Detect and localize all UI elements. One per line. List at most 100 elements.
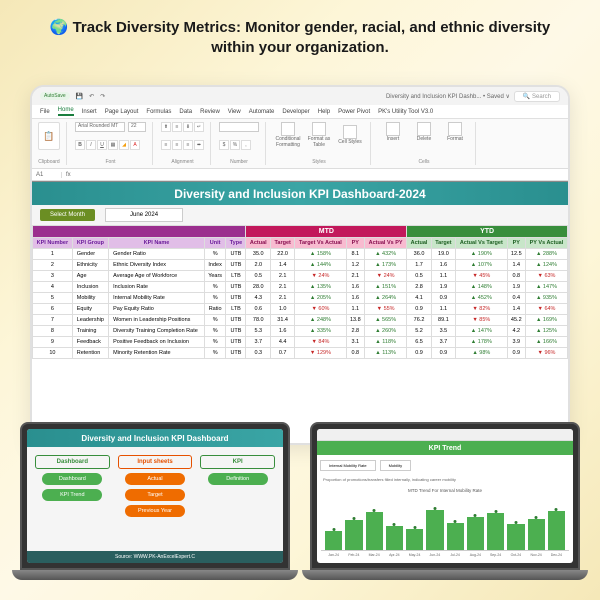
cell[interactable]: Age <box>72 271 108 282</box>
table-row[interactable]: 2EthnicityEthnic Diversity IndexIndexUTB… <box>33 260 568 271</box>
cell[interactable]: ▲ 432% <box>364 249 406 260</box>
kpi-trend-button[interactable]: KPI Trend <box>42 489 102 501</box>
cell[interactable]: UTB <box>226 260 246 271</box>
cell[interactable]: Positive Feedback on Inclusion <box>109 337 205 348</box>
table-row[interactable]: 5MobilityInternal Mobility Rate%UTB4.32.… <box>33 293 568 304</box>
font-color-button[interactable]: A <box>130 140 140 150</box>
tab-pagelayout[interactable]: Page Layout <box>105 109 139 115</box>
cell[interactable]: 1.1 <box>431 304 455 315</box>
dashboard-button[interactable]: Dashboard <box>42 473 102 485</box>
cell[interactable]: 3.1 <box>346 337 364 348</box>
cell[interactable]: 3.7 <box>246 337 271 348</box>
redo-icon[interactable]: ↷ <box>100 93 105 100</box>
cell[interactable]: % <box>204 282 226 293</box>
cell[interactable]: Mobility <box>72 293 108 304</box>
cell[interactable]: 3.5 <box>431 326 455 337</box>
cell-styles-button[interactable]: Cell Styles <box>336 125 364 146</box>
cell[interactable]: 22.0 <box>271 249 295 260</box>
cell[interactable]: 1.9 <box>431 282 455 293</box>
cell[interactable]: 35.0 <box>246 249 271 260</box>
cell[interactable]: Inclusion Rate <box>109 282 205 293</box>
previous-year-button[interactable]: Previous Year <box>125 505 185 517</box>
cell[interactable]: 2.8 <box>407 282 432 293</box>
align-center-button[interactable]: ≡ <box>172 140 182 150</box>
cell[interactable]: 1.6 <box>271 326 295 337</box>
cell[interactable]: 28.0 <box>246 282 271 293</box>
cell[interactable]: 0.5 <box>407 271 432 282</box>
font-size-select[interactable]: 22 <box>128 122 146 132</box>
italic-button[interactable]: I <box>86 140 96 150</box>
wrap-text-button[interactable]: ↵ <box>194 122 204 132</box>
cell[interactable]: ▲ 125% <box>525 326 567 337</box>
tab-view[interactable]: View <box>228 109 241 115</box>
cell[interactable]: 1.6 <box>346 282 364 293</box>
cell[interactable]: 1.4 <box>507 260 525 271</box>
cell[interactable]: ▼ 60% <box>295 304 346 315</box>
actual-button[interactable]: Actual <box>125 473 185 485</box>
tab-insert[interactable]: Insert <box>82 109 97 115</box>
cell[interactable]: ▼ 63% <box>525 271 567 282</box>
align-left-button[interactable]: ≡ <box>161 140 171 150</box>
underline-button[interactable]: U <box>97 140 107 150</box>
cell[interactable]: 6 <box>33 304 73 315</box>
table-row[interactable]: 10RetentionMinority Retention Rate%UTB0.… <box>33 348 568 359</box>
table-row[interactable]: 3AgeAverage Age of WorkforceYearsLTB0.52… <box>33 271 568 282</box>
align-top-button[interactable]: ⬆ <box>161 122 171 132</box>
cell[interactable]: 13.8 <box>346 315 364 326</box>
cell[interactable]: 19.0 <box>431 249 455 260</box>
cell[interactable]: 4 <box>33 282 73 293</box>
font-name-select[interactable]: Arial Rounded MT <box>75 122 125 132</box>
cell[interactable]: ▼ 82% <box>456 304 508 315</box>
tab-developer[interactable]: Developer <box>282 109 309 115</box>
cell[interactable]: Index <box>204 260 226 271</box>
target-button[interactable]: Target <box>125 489 185 501</box>
cell[interactable]: ▲ 248% <box>295 315 346 326</box>
cell[interactable]: UTB <box>226 326 246 337</box>
cell[interactable]: ▲ 205% <box>295 293 346 304</box>
align-right-button[interactable]: ≡ <box>183 140 193 150</box>
cell[interactable]: 2.0 <box>246 260 271 271</box>
cell[interactable]: 12.5 <box>507 249 525 260</box>
cell[interactable]: 2.1 <box>271 293 295 304</box>
cell[interactable]: Ethnicity <box>72 260 108 271</box>
cell[interactable]: ▲ 260% <box>364 326 406 337</box>
cell[interactable]: 1.0 <box>271 304 295 315</box>
cell[interactable]: 0.9 <box>431 293 455 304</box>
save-icon[interactable]: 💾 <box>76 93 83 100</box>
cell[interactable]: 0.9 <box>407 304 432 315</box>
cell[interactable]: ▲ 147% <box>456 326 508 337</box>
cell[interactable]: UTB <box>226 293 246 304</box>
cell[interactable]: Years <box>204 271 226 282</box>
cell[interactable]: 0.9 <box>507 348 525 359</box>
cell[interactable]: ▲ 118% <box>364 337 406 348</box>
cell[interactable]: 2.1 <box>271 271 295 282</box>
cell[interactable]: 45.2 <box>507 315 525 326</box>
cell[interactable]: % <box>204 249 226 260</box>
cell[interactable]: 76.2 <box>407 315 432 326</box>
cell[interactable]: ▲ 173% <box>364 260 406 271</box>
cell[interactable]: 5.2 <box>407 326 432 337</box>
cell[interactable]: ▼ 64% <box>525 304 567 315</box>
cell[interactable]: 0.3 <box>246 348 271 359</box>
cell[interactable]: 0.8 <box>346 348 364 359</box>
cell[interactable]: 0.9 <box>431 348 455 359</box>
cell[interactable]: % <box>204 326 226 337</box>
cell[interactable]: ▼ 85% <box>456 315 508 326</box>
cell[interactable]: UTB <box>226 249 246 260</box>
tab-home[interactable]: Home <box>58 107 74 116</box>
cell[interactable]: Ethnic Diversity Index <box>109 260 205 271</box>
cell[interactable]: Ratio <box>204 304 226 315</box>
tab-automate[interactable]: Automate <box>249 109 275 115</box>
cell[interactable]: 0.5 <box>246 271 271 282</box>
cell[interactable]: Training <box>72 326 108 337</box>
table-row[interactable]: 6EquityPay Equity RatioRatioLTB0.61.0▼ 6… <box>33 304 568 315</box>
cell[interactable]: ▲ 158% <box>295 249 346 260</box>
table-row[interactable]: 9FeedbackPositive Feedback on Inclusion%… <box>33 337 568 348</box>
tab-file[interactable]: File <box>40 109 50 115</box>
cell[interactable]: UTB <box>226 348 246 359</box>
table-row[interactable]: 7LeadershipWomen in Leadership Positions… <box>33 315 568 326</box>
cell[interactable]: UTB <box>226 337 246 348</box>
cell[interactable]: LTB <box>226 271 246 282</box>
tab-help[interactable]: Help <box>318 109 330 115</box>
cell[interactable]: 4.1 <box>407 293 432 304</box>
